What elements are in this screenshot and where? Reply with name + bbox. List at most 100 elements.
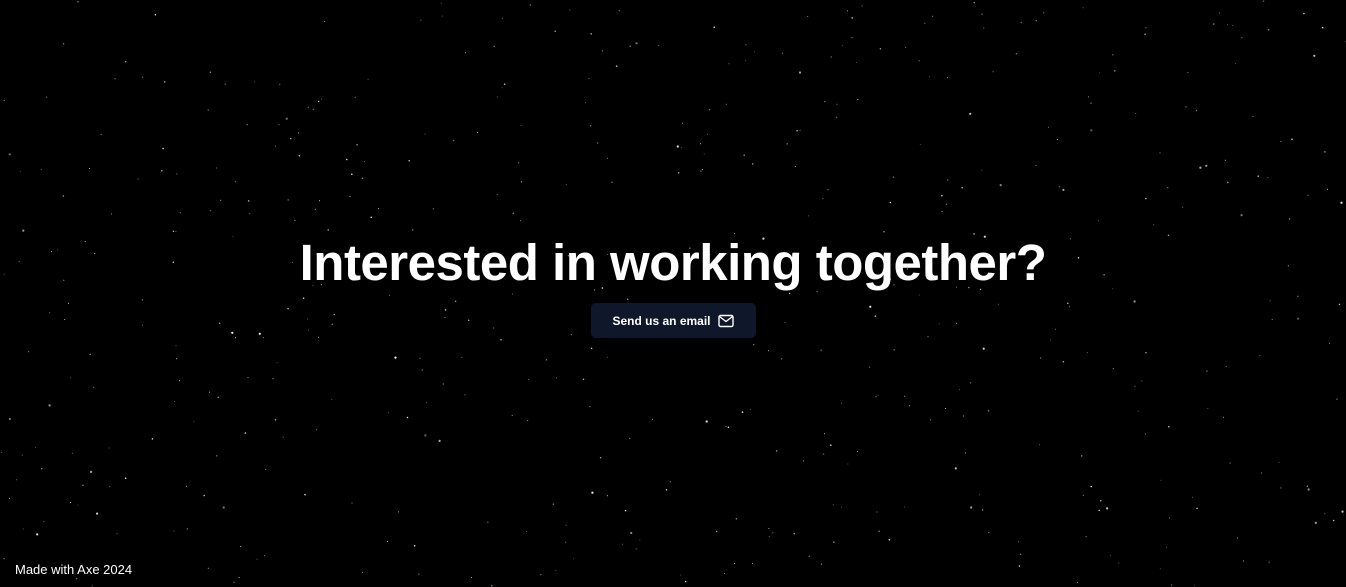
star	[1043, 12, 1045, 14]
star	[512, 212, 515, 215]
star	[1062, 360, 1065, 363]
star	[602, 50, 603, 52]
star	[1058, 185, 1061, 188]
star	[629, 437, 631, 439]
send-email-button[interactable]: Send us an email	[590, 303, 756, 338]
star	[1196, 507, 1198, 510]
star	[962, 415, 964, 417]
star	[1035, 164, 1037, 166]
star	[275, 145, 277, 147]
page-title: Interested in working together?	[299, 234, 1047, 291]
star	[217, 396, 219, 399]
star	[932, 15, 934, 17]
star	[727, 426, 730, 429]
star	[803, 460, 805, 462]
star	[111, 213, 113, 215]
star	[151, 438, 154, 440]
star	[276, 362, 278, 364]
mail-icon	[717, 313, 734, 329]
star	[793, 532, 795, 535]
star	[1090, 129, 1093, 132]
star	[3, 558, 5, 560]
star	[1341, 510, 1344, 513]
star	[1336, 398, 1338, 400]
star	[1327, 188, 1328, 190]
star	[89, 353, 91, 356]
star	[767, 350, 769, 352]
star	[224, 83, 226, 85]
star	[419, 357, 421, 359]
star	[298, 132, 299, 134]
star	[1035, 20, 1037, 22]
star	[426, 402, 427, 403]
star	[367, 78, 369, 80]
star	[1192, 496, 1193, 498]
star	[706, 133, 708, 135]
star	[796, 129, 798, 132]
star	[622, 543, 624, 545]
star	[855, 62, 857, 63]
star	[545, 358, 548, 361]
star	[520, 125, 522, 127]
star	[408, 160, 410, 162]
star	[471, 577, 472, 579]
star	[351, 502, 353, 504]
star	[1224, 159, 1226, 161]
star	[918, 60, 920, 62]
star	[19, 170, 21, 172]
contact-page: Interested in working together? Send us …	[0, 0, 1346, 587]
star	[772, 532, 774, 534]
star	[1145, 351, 1147, 354]
star	[1135, 112, 1137, 114]
star	[1329, 342, 1330, 344]
star	[317, 100, 320, 103]
star	[1018, 565, 1021, 567]
hero-section: Interested in working together? Send us …	[0, 232, 1346, 338]
star	[981, 509, 984, 511]
star	[141, 76, 144, 78]
star	[501, 17, 503, 19]
star	[493, 45, 496, 48]
star	[331, 398, 333, 400]
star	[421, 369, 424, 371]
star	[958, 389, 960, 391]
star	[983, 27, 985, 29]
star	[1080, 455, 1083, 457]
star	[1252, 115, 1254, 117]
star	[1141, 380, 1143, 382]
star	[556, 377, 558, 379]
star	[397, 511, 399, 513]
star	[841, 402, 843, 404]
star	[77, 0, 79, 3]
star	[1280, 487, 1282, 489]
star	[741, 411, 744, 413]
star	[351, 173, 353, 176]
star	[635, 548, 637, 550]
star	[503, 83, 506, 85]
star	[1087, 96, 1089, 98]
star	[34, 446, 36, 448]
star	[312, 108, 315, 111]
star	[582, 378, 585, 380]
star	[1018, 541, 1020, 543]
star	[889, 201, 892, 204]
star	[238, 577, 240, 578]
star	[851, 37, 853, 39]
star	[833, 541, 835, 543]
star	[1268, 561, 1270, 563]
star	[528, 378, 530, 380]
star	[606, 356, 608, 358]
star	[108, 447, 110, 449]
star	[527, 420, 529, 422]
star	[424, 133, 426, 135]
star	[930, 419, 931, 421]
star	[76, 578, 78, 580]
star	[590, 33, 592, 35]
star	[606, 157, 608, 159]
star	[629, 45, 632, 48]
star	[635, 42, 638, 45]
star	[254, 81, 255, 83]
star	[438, 439, 441, 442]
star	[406, 416, 409, 419]
star	[46, 96, 48, 98]
